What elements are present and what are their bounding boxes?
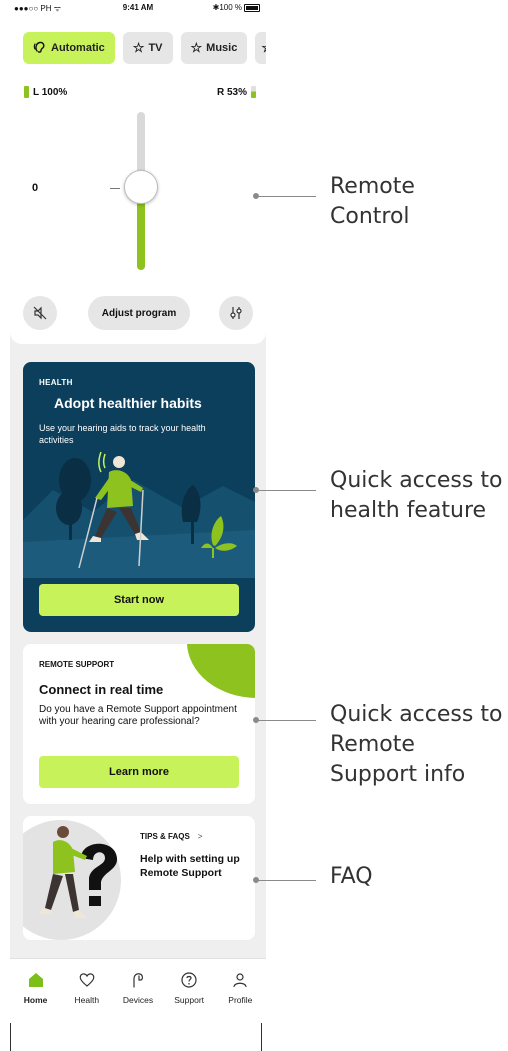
battery-left-icon: [24, 86, 29, 98]
tab-home[interactable]: Home: [12, 959, 60, 1023]
remote-support-description: Do you have a Remote Support appointment…: [39, 704, 237, 727]
device-frame-bottom: [10, 1023, 266, 1051]
start-now-button[interactable]: Start now: [39, 584, 239, 616]
home-icon: [28, 973, 43, 987]
hiking-illustration: [23, 451, 255, 578]
volume-zero-tick: [110, 188, 120, 189]
remote-support-title: Connect in real time: [39, 682, 164, 697]
learn-more-button[interactable]: Learn more: [39, 756, 239, 788]
callout-faq: FAQ: [330, 864, 373, 889]
program-chip-music[interactable]: ☆ Music: [180, 32, 248, 64]
volume-slider-fill: [137, 202, 145, 270]
callout-line-faq: [258, 880, 316, 881]
tab-label: Support: [174, 995, 205, 1005]
phone-screen: ●●●○○ PH ᯤ 9:41 AM ✱100 % Automatic ☆ TV…: [10, 0, 266, 1023]
tab-devices[interactable]: Devices: [114, 959, 162, 1023]
adjust-program-button[interactable]: Adjust program: [88, 296, 190, 330]
tab-label: Profile: [228, 995, 253, 1005]
callout-health: Quick access to health feature: [330, 468, 503, 523]
battery-text: ✱100 %: [212, 3, 242, 12]
volume-slider-thumb[interactable]: [124, 170, 158, 204]
star-icon: ☆: [190, 40, 203, 55]
battery-right-label: R 53%: [216, 86, 247, 98]
remote-support-card[interactable]: REMOTE SUPPORT Connect in real time Do y…: [23, 644, 255, 804]
tab-label: Health: [74, 995, 100, 1005]
callout-line-remote-support: [258, 720, 316, 721]
callout-line-remote-control: [258, 196, 316, 197]
program-label: Automatic: [51, 42, 105, 54]
faq-kicker-label: TIPS & FAQS: [140, 832, 190, 841]
health-card[interactable]: HEALTH Adopt healthier habits Use your h…: [23, 362, 255, 632]
battery-levels: L 100% R 53%: [24, 86, 256, 100]
mute-button[interactable]: [23, 296, 57, 330]
tab-label: Home: [23, 995, 48, 1005]
tab-bar: Home Health Devices Support Profile: [10, 958, 266, 1023]
tab-label: Devices: [122, 995, 154, 1005]
equalizer-button[interactable]: [219, 296, 253, 330]
chevron-right-icon: >: [197, 832, 203, 841]
battery-right-icon: [251, 86, 256, 98]
equalizer-icon: [230, 307, 242, 319]
faq-title: Help with setting up Remote Support: [140, 853, 240, 879]
callout-line-health: [258, 490, 316, 491]
remote-support-kicker: REMOTE SUPPORT: [39, 660, 115, 669]
program-label: Music: [206, 42, 238, 54]
battery-left: L 100%: [24, 86, 67, 98]
status-bar: ●●●○○ PH ᯤ 9:41 AM ✱100 %: [10, 0, 266, 14]
decorative-corner: [187, 644, 255, 698]
health-title: Adopt healthier habits: [54, 395, 202, 411]
program-chip-tv[interactable]: ☆ TV: [122, 32, 173, 64]
callout-remote-support: Quick access to Remote Support info: [330, 702, 503, 787]
question-illustration: [23, 820, 121, 940]
person-icon: [233, 973, 247, 988]
ear-icon: [33, 40, 47, 57]
tab-profile[interactable]: Profile: [216, 959, 264, 1023]
mute-icon: [33, 306, 47, 320]
status-battery: ✱100 %: [213, 3, 260, 12]
health-kicker: HEALTH: [39, 378, 73, 387]
remote-control-card: Automatic ☆ TV ☆ Music ☆ L 100% R 53%: [10, 14, 266, 344]
hearing-aid-icon: [133, 973, 143, 988]
battery-icon: [244, 3, 260, 12]
health-description: Use your hearing aids to track your heal…: [39, 423, 206, 445]
faq-card[interactable]: TIPS & FAQS > Help with setting up Remot…: [23, 816, 255, 940]
program-label: TV: [148, 42, 163, 54]
callout-remote-control: Remote Control: [330, 174, 415, 229]
heart-icon: [79, 973, 95, 987]
question-icon: [181, 972, 197, 988]
battery-right: R 53%: [217, 86, 256, 98]
star-icon: ☆: [261, 40, 266, 56]
tab-health[interactable]: Health: [63, 959, 111, 1023]
tab-support[interactable]: Support: [165, 959, 213, 1023]
volume-value: 0: [32, 182, 39, 194]
program-chip-automatic[interactable]: Automatic: [23, 32, 115, 64]
battery-left-label: L 100%: [33, 86, 68, 98]
program-chip-more[interactable]: ☆: [255, 32, 266, 64]
star-icon: ☆: [132, 40, 145, 55]
program-chips: Automatic ☆ TV ☆ Music ☆: [23, 32, 266, 64]
faq-kicker: TIPS & FAQS >: [140, 832, 202, 841]
